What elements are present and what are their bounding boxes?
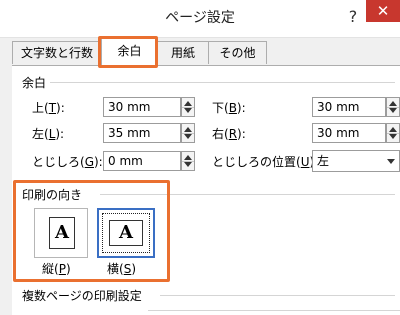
spin-up-icon[interactable]: [184, 101, 192, 106]
top-margin-spinner[interactable]: [181, 97, 195, 117]
margins-tab-highlight: [98, 36, 158, 68]
spin-down-icon[interactable]: [184, 162, 192, 167]
right-margin-spinner[interactable]: [386, 123, 400, 143]
multiple-pages-group-rule: [160, 295, 395, 296]
gutter-position-select[interactable]: 左: [312, 150, 400, 172]
gutter-label: とじしろ(G):: [32, 155, 103, 169]
spin-down-icon[interactable]: [389, 108, 397, 113]
pages-select-edge: [148, 310, 400, 311]
spin-up-icon[interactable]: [184, 155, 192, 160]
close-button[interactable]: ✕: [366, 0, 400, 22]
top-margin-input[interactable]: 30 mm: [103, 97, 181, 117]
dialog-title: ページ設定: [165, 10, 235, 26]
margins-group-title: 余白: [22, 76, 47, 90]
bottom-margin-input[interactable]: 30 mm: [312, 97, 386, 117]
bottom-margin-spinner[interactable]: [386, 97, 400, 117]
right-margin-label: 右(R):: [212, 127, 246, 141]
tab-other[interactable]: その他: [208, 41, 267, 64]
spin-down-icon[interactable]: [389, 134, 397, 139]
gutter-position-label: とじしろの位置(U):: [212, 155, 318, 169]
gutter-position-value: 左: [317, 154, 330, 168]
top-margin-label: 上(T):: [32, 101, 65, 115]
orientation-highlight: [13, 180, 170, 282]
spin-down-icon[interactable]: [184, 134, 192, 139]
left-margin-spinner[interactable]: [181, 123, 195, 143]
spin-up-icon[interactable]: [184, 127, 192, 132]
spin-up-icon[interactable]: [389, 101, 397, 106]
right-margin-input[interactable]: 30 mm: [312, 123, 386, 143]
title-bar: ページ設定 ? ✕: [0, 0, 400, 38]
gutter-input[interactable]: 0 mm: [103, 151, 181, 171]
spin-down-icon[interactable]: [184, 108, 192, 113]
tab-paper[interactable]: 用紙: [157, 41, 209, 64]
chevron-down-icon[interactable]: [387, 159, 395, 164]
margins-group-rule: [50, 82, 395, 83]
left-margin-input[interactable]: 35 mm: [103, 123, 181, 143]
tab-strip: 文字数と行数 余白 用紙 その他: [0, 38, 400, 66]
gutter-spinner[interactable]: [181, 151, 195, 171]
left-margin-label: 左(L):: [32, 127, 65, 141]
help-button[interactable]: ?: [342, 2, 364, 32]
tab-characters-lines[interactable]: 文字数と行数: [12, 41, 102, 64]
multiple-pages-group-title: 複数ページの印刷設定: [22, 289, 142, 303]
spin-up-icon[interactable]: [389, 127, 397, 132]
bottom-margin-label: 下(B):: [212, 101, 246, 115]
